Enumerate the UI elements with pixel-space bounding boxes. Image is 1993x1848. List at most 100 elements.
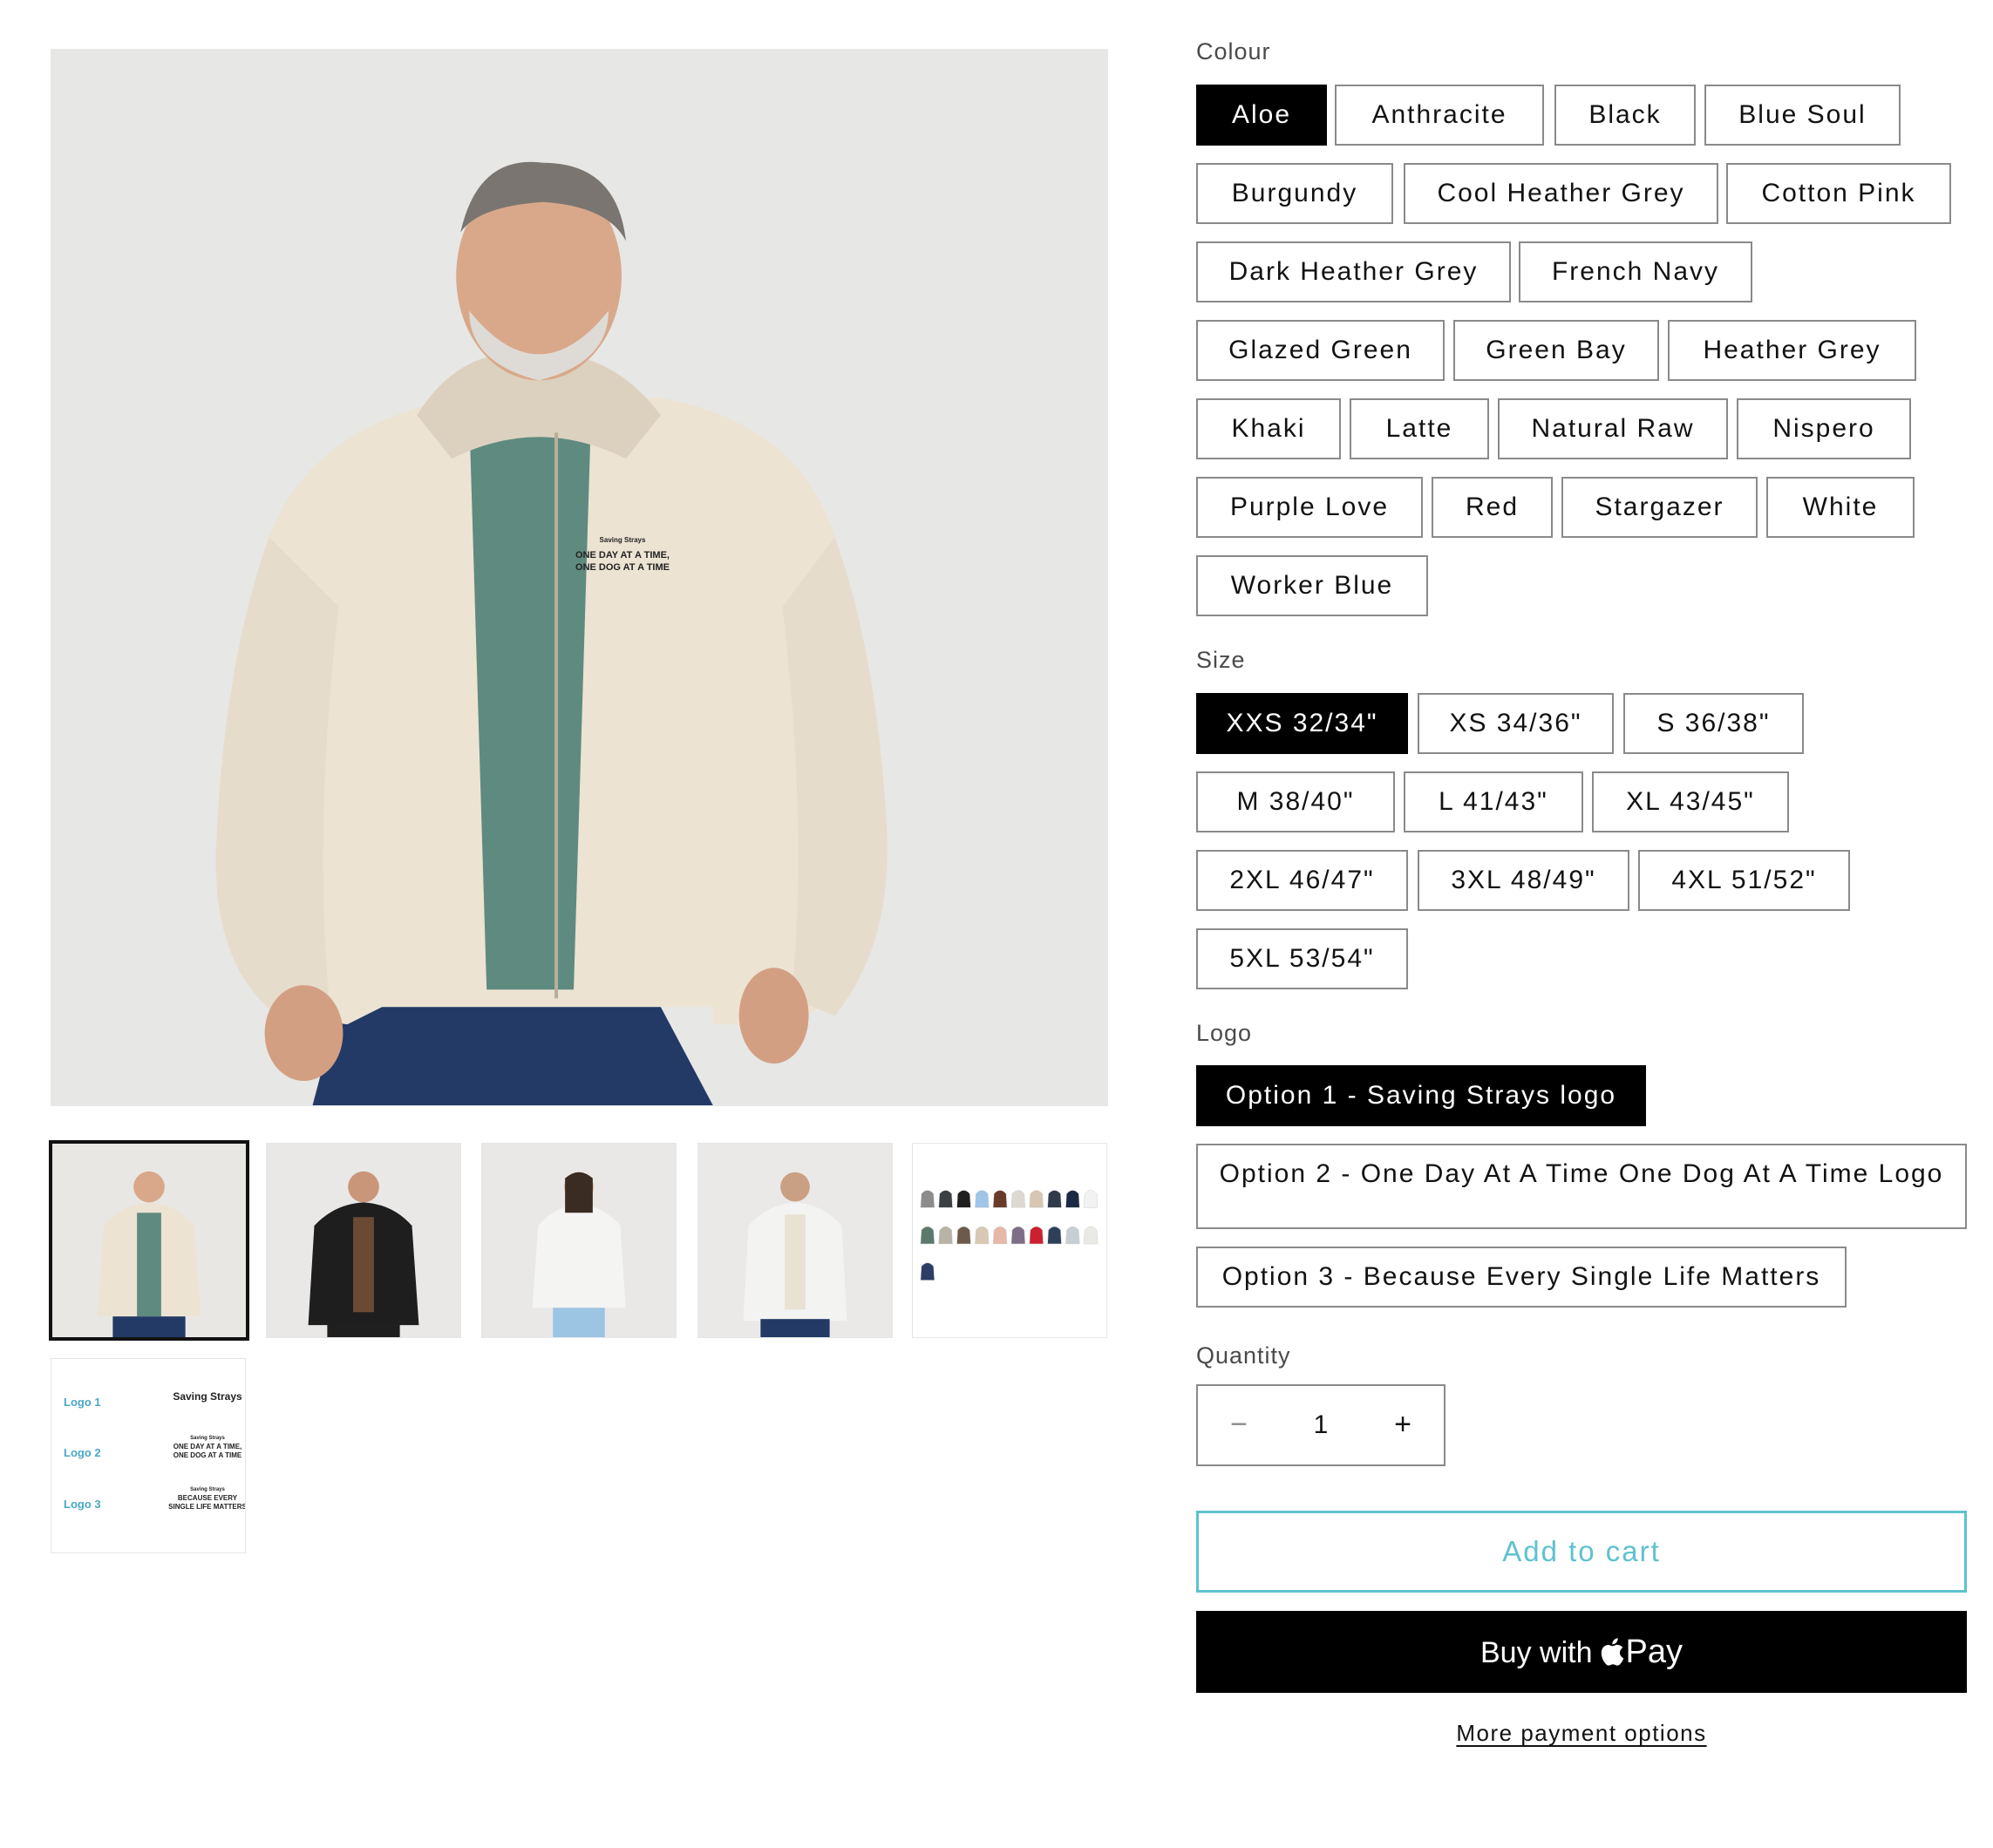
- logo-sheet-label-3: Logo 3: [64, 1498, 101, 1511]
- colour-option-red[interactable]: Red: [1432, 477, 1553, 538]
- swatch-hoodie-9: [1065, 1190, 1080, 1208]
- logo-label: Logo: [1196, 1020, 1253, 1046]
- swatch-hoodie-2: [938, 1190, 953, 1208]
- buy-with-text: Buy with: [1480, 1636, 1593, 1669]
- colour-option-blue-soul[interactable]: Blue Soul: [1704, 85, 1901, 146]
- more-payment-options: More payment options: [1196, 1720, 1967, 1747]
- quantity-decrease-button[interactable]: −: [1198, 1386, 1280, 1464]
- main-product-image[interactable]: Saving Strays ONE DAY AT A TIME, ONE DOG…: [51, 49, 1108, 1106]
- thumb-cream-hoodie-image: [52, 1144, 246, 1337]
- swatch-hoodie-10: [1083, 1190, 1099, 1208]
- colour-option-burgundy[interactable]: Burgundy: [1196, 163, 1393, 224]
- thumb-white-hoodie-woman-image: [482, 1144, 676, 1337]
- swatch-hoodie-16: [1010, 1226, 1026, 1245]
- swatch-hoodie-15: [992, 1226, 1008, 1245]
- swatch-hoodie-4: [975, 1190, 990, 1208]
- swatch-hoodie-19: [1065, 1226, 1080, 1245]
- logo-sheet-text-3: Saving Strays BECAUSE EVERY SINGLE LIFE …: [160, 1485, 246, 1512]
- colour-option-glazed-green[interactable]: Glazed Green: [1196, 320, 1445, 381]
- colour-option-aloe[interactable]: Aloe: [1196, 85, 1327, 146]
- size-option-xxs-32-34[interactable]: XXS 32/34": [1196, 693, 1408, 754]
- size-option-4xl-51-52[interactable]: 4XL 51/52": [1638, 850, 1850, 911]
- more-payment-options-link[interactable]: More payment options: [1456, 1720, 1706, 1746]
- logo-sheet-line-3b: SINGLE LIFE MATTERS: [168, 1503, 246, 1511]
- hoodie-model-illustration: [51, 50, 1107, 1105]
- colour-option-worker-blue[interactable]: Worker Blue: [1196, 555, 1428, 616]
- size-option-s-36-38[interactable]: S 36/38": [1623, 693, 1804, 754]
- thumb-white-hoodie-woman[interactable]: [481, 1143, 677, 1338]
- quantity-label: Quantity: [1196, 1342, 1291, 1369]
- thumb-white-hoodie-man-image: [698, 1144, 892, 1337]
- swatch-hoodie-5: [992, 1190, 1008, 1208]
- logo-sheet-text-2: Saving Strays ONE DAY AT A TIME, ONE DOG…: [160, 1434, 245, 1460]
- thumb-black-hoodie-image: [267, 1144, 460, 1337]
- thumb-cream-hoodie-man[interactable]: [49, 1140, 249, 1341]
- pay-text: Pay: [1625, 1634, 1683, 1670]
- colour-label: Colour: [1196, 38, 1271, 65]
- swatch-hoodie-13: [956, 1226, 971, 1245]
- colour-swatch-grid: [920, 1190, 1099, 1281]
- logo-sheet-small-3: Saving Strays: [190, 1487, 225, 1492]
- quantity-increase-button[interactable]: +: [1362, 1386, 1444, 1464]
- logo-sheet-row-3: Logo 3 Saving Strays BECAUSE EVERY SINGL…: [64, 1487, 245, 1550]
- apple-pay-button[interactable]: Buy with Pay: [1196, 1611, 1967, 1693]
- swatch-hoodie-18: [1047, 1226, 1062, 1245]
- swatch-hoodie-20: [1083, 1226, 1099, 1245]
- size-option-2xl-46-47[interactable]: 2XL 46/47": [1196, 850, 1408, 911]
- colour-option-heather-grey[interactable]: Heather Grey: [1668, 320, 1916, 381]
- swatch-hoodie-14: [975, 1226, 990, 1245]
- size-option-xs-34-36[interactable]: XS 34/36": [1418, 693, 1614, 754]
- logo-sheet-line-2b: ONE DOG AT A TIME: [173, 1451, 242, 1459]
- chest-print: Saving Strays ONE DAY AT A TIME, ONE DOG…: [557, 536, 688, 574]
- swatch-hoodie-11: [920, 1226, 935, 1245]
- logo-sheet-line-3a: BECAUSE EVERY: [177, 1494, 238, 1502]
- colour-option-stargazer[interactable]: Stargazer: [1561, 477, 1758, 538]
- colour-option-dark-heather-grey[interactable]: Dark Heather Grey: [1196, 241, 1511, 302]
- colour-option-latte[interactable]: Latte: [1350, 398, 1489, 459]
- size-option-5xl-53-54[interactable]: 5XL 53/54": [1196, 928, 1408, 989]
- apple-icon: [1601, 1638, 1623, 1666]
- chest-print-brand: Saving Strays: [599, 536, 646, 544]
- colour-option-green-bay[interactable]: Green Bay: [1453, 320, 1659, 381]
- colour-option-french-navy[interactable]: French Navy: [1519, 241, 1752, 302]
- thumb-white-hoodie-man[interactable]: [697, 1143, 893, 1338]
- quantity-input[interactable]: [1280, 1386, 1362, 1464]
- logo-sheet-small-2: Saving Strays: [190, 1436, 225, 1441]
- logo-option-option-2-one-day-at-a-time-one-dog-at-a-time-logo[interactable]: Option 2 - One Day At A Time One Dog At …: [1196, 1144, 1967, 1229]
- colour-option-purple-love[interactable]: Purple Love: [1196, 477, 1423, 538]
- colour-option-white[interactable]: White: [1766, 477, 1915, 538]
- swatch-hoodie-17: [1029, 1226, 1044, 1245]
- logo-option-option-1-saving-strays-logo[interactable]: Option 1 - Saving Strays logo: [1196, 1065, 1646, 1126]
- thumb-black-hoodie-man[interactable]: [266, 1143, 461, 1338]
- size-option-3xl-48-49[interactable]: 3XL 48/49": [1418, 850, 1629, 911]
- chest-print-line2: ONE DOG AT A TIME: [575, 562, 670, 573]
- size-label: Size: [1196, 647, 1246, 673]
- swatch-hoodie-21: [920, 1262, 935, 1281]
- colour-option-cool-heather-grey[interactable]: Cool Heather Grey: [1404, 163, 1718, 224]
- swatch-hoodie-6: [1010, 1190, 1026, 1208]
- size-option-m-38-40[interactable]: M 38/40": [1196, 771, 1395, 832]
- swatch-hoodie-7: [1029, 1190, 1044, 1208]
- thumb-colour-swatch-chart[interactable]: [912, 1143, 1107, 1338]
- colour-option-natural-raw[interactable]: Natural Raw: [1498, 398, 1728, 459]
- colour-option-nispero[interactable]: Nispero: [1737, 398, 1911, 459]
- logo-sheet-text-1: Saving Strays: [173, 1390, 242, 1403]
- swatch-hoodie-3: [956, 1190, 971, 1208]
- swatch-hoodie-12: [938, 1226, 953, 1245]
- swatch-hoodie-8: [1047, 1190, 1062, 1208]
- logo-sheet-label-2: Logo 2: [64, 1446, 101, 1459]
- colour-option-khaki[interactable]: Khaki: [1196, 398, 1341, 459]
- logo-sheet-label-1: Logo 1: [64, 1396, 101, 1409]
- logo-sheet-line-2a: ONE DAY AT A TIME,: [173, 1443, 242, 1451]
- logo-option-option-3-because-every-single-life-matters[interactable]: Option 3 - Because Every Single Life Mat…: [1196, 1247, 1847, 1308]
- swatch-hoodie-1: [920, 1190, 935, 1208]
- colour-option-cotton-pink[interactable]: Cotton Pink: [1726, 163, 1951, 224]
- thumb-logo-options[interactable]: Logo 1 Saving Strays Logo 2 Saving Stray…: [51, 1358, 246, 1553]
- colour-option-anthracite[interactable]: Anthracite: [1335, 85, 1544, 146]
- colour-option-black[interactable]: Black: [1554, 85, 1696, 146]
- size-option-xl-43-45[interactable]: XL 43/45": [1592, 771, 1789, 832]
- quantity-stepper: − +: [1196, 1384, 1445, 1466]
- chest-print-line1: ONE DAY AT A TIME,: [575, 550, 670, 561]
- add-to-cart-button[interactable]: Add to cart: [1196, 1511, 1967, 1593]
- size-option-l-41-43[interactable]: L 41/43": [1404, 771, 1583, 832]
